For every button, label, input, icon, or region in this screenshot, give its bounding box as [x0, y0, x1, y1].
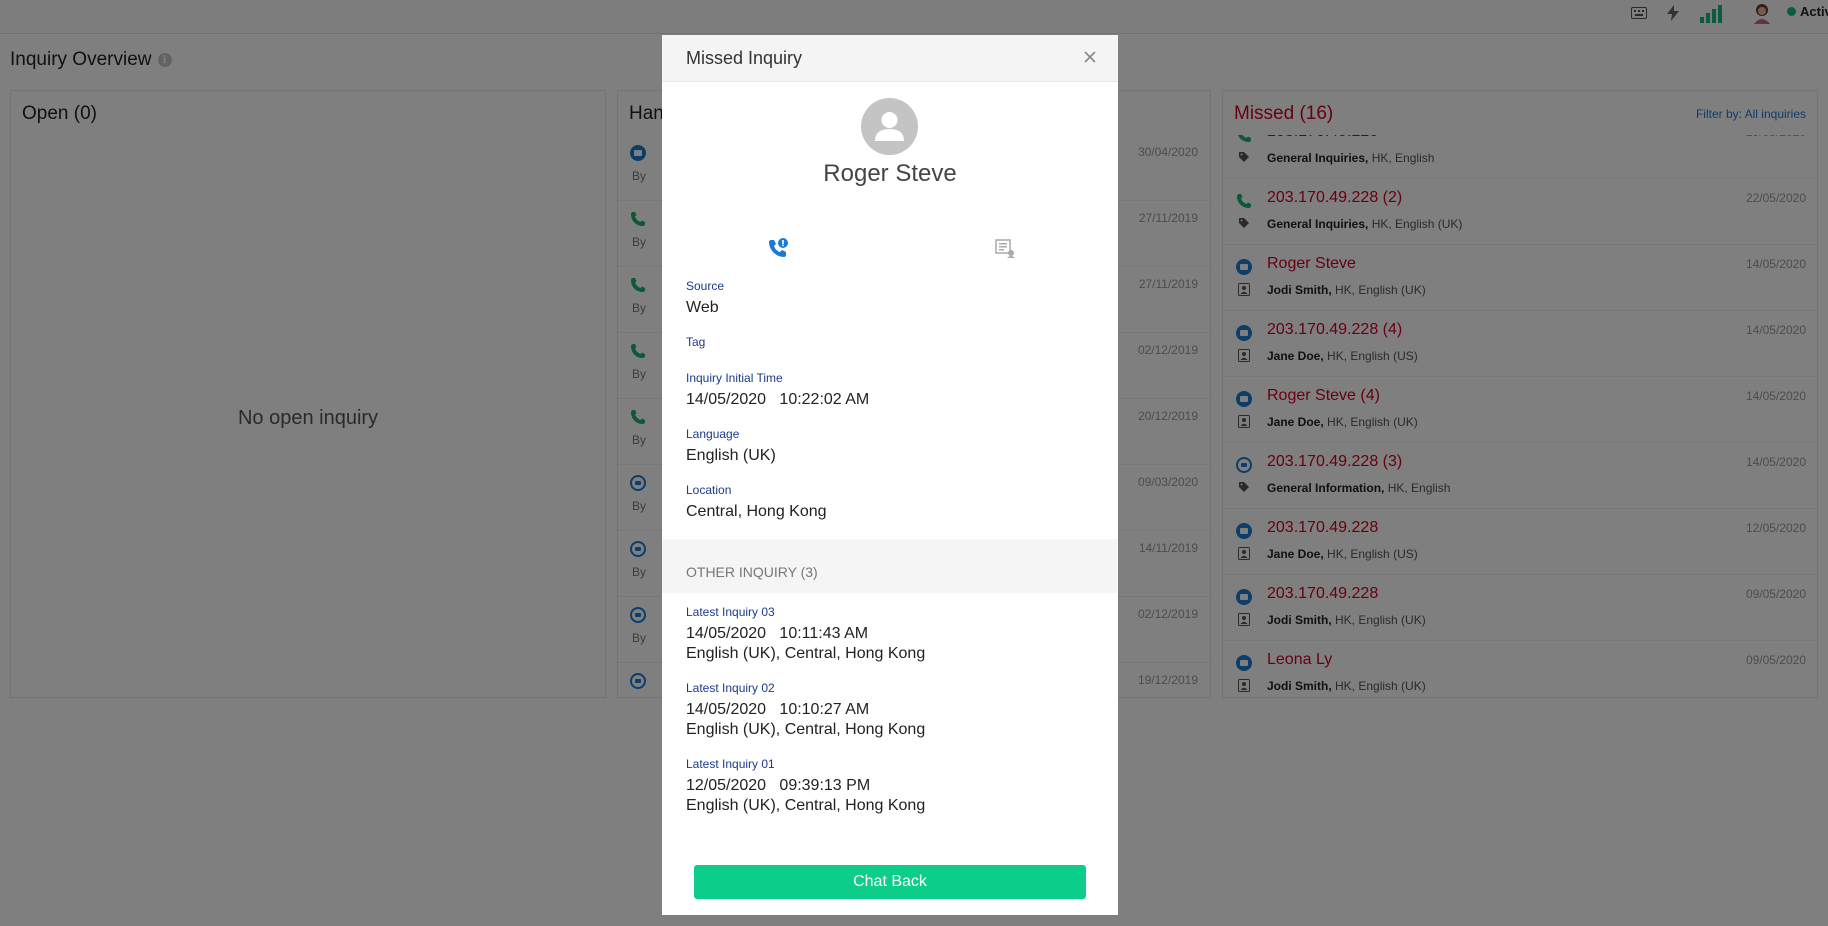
other-inquiry-time: 12/05/2020 09:39:13 PM — [686, 777, 871, 794]
other-inquiry-detail: English (UK), Central, Hong Kong — [686, 721, 926, 738]
other-inquiry-detail: English (UK), Central, Hong Kong — [686, 797, 926, 814]
location-value: Central, Hong Kong — [686, 503, 827, 520]
other-inquiry-label: Latest Inquiry 03 — [686, 605, 775, 619]
transcript-icon — [995, 239, 1015, 258]
other-inquiry-label: Latest Inquiry 02 — [686, 681, 775, 695]
other-inquiry-header: OTHER INQUIRY (3) — [662, 539, 1118, 593]
location-label: Location — [686, 483, 732, 497]
close-icon — [1084, 51, 1096, 63]
other-inquiry-time: 14/05/2020 10:11:43 AM — [686, 625, 869, 642]
other-inquiry-detail: English (UK), Central, Hong Kong — [686, 645, 926, 662]
other-inquiry-label: Latest Inquiry 01 — [686, 757, 775, 771]
language-label: Language — [686, 427, 740, 441]
chat-back-button[interactable]: Chat Back — [694, 865, 1086, 899]
tab-inquiry-details[interactable] — [765, 235, 791, 261]
missed-inquiry-modal: Missed Inquiry Roger Steve Source Web Ta… — [662, 35, 1118, 915]
initial-time-value: 14/05/2020 10:22:02 AM — [686, 391, 870, 408]
source-label: Source — [686, 279, 725, 293]
close-button[interactable] — [1080, 47, 1100, 67]
tag-label: Tag — [686, 335, 706, 349]
person-icon — [875, 112, 904, 141]
other-inquiry-time: 14/05/2020 10:10:27 AM — [686, 701, 870, 718]
contact-avatar — [861, 98, 918, 155]
language-value: English (UK) — [686, 447, 776, 464]
modal-title: Missed Inquiry — [686, 48, 803, 68]
modal-header: Missed Inquiry — [662, 35, 1118, 82]
phone-info-icon — [769, 238, 788, 257]
contact-name: Roger Steve — [823, 160, 957, 187]
other-inquiry-title: OTHER INQUIRY (3) — [686, 564, 818, 580]
initial-time-label: Inquiry Initial Time — [686, 371, 783, 385]
source-value: Web — [686, 299, 719, 316]
tab-transcript[interactable] — [992, 235, 1018, 261]
